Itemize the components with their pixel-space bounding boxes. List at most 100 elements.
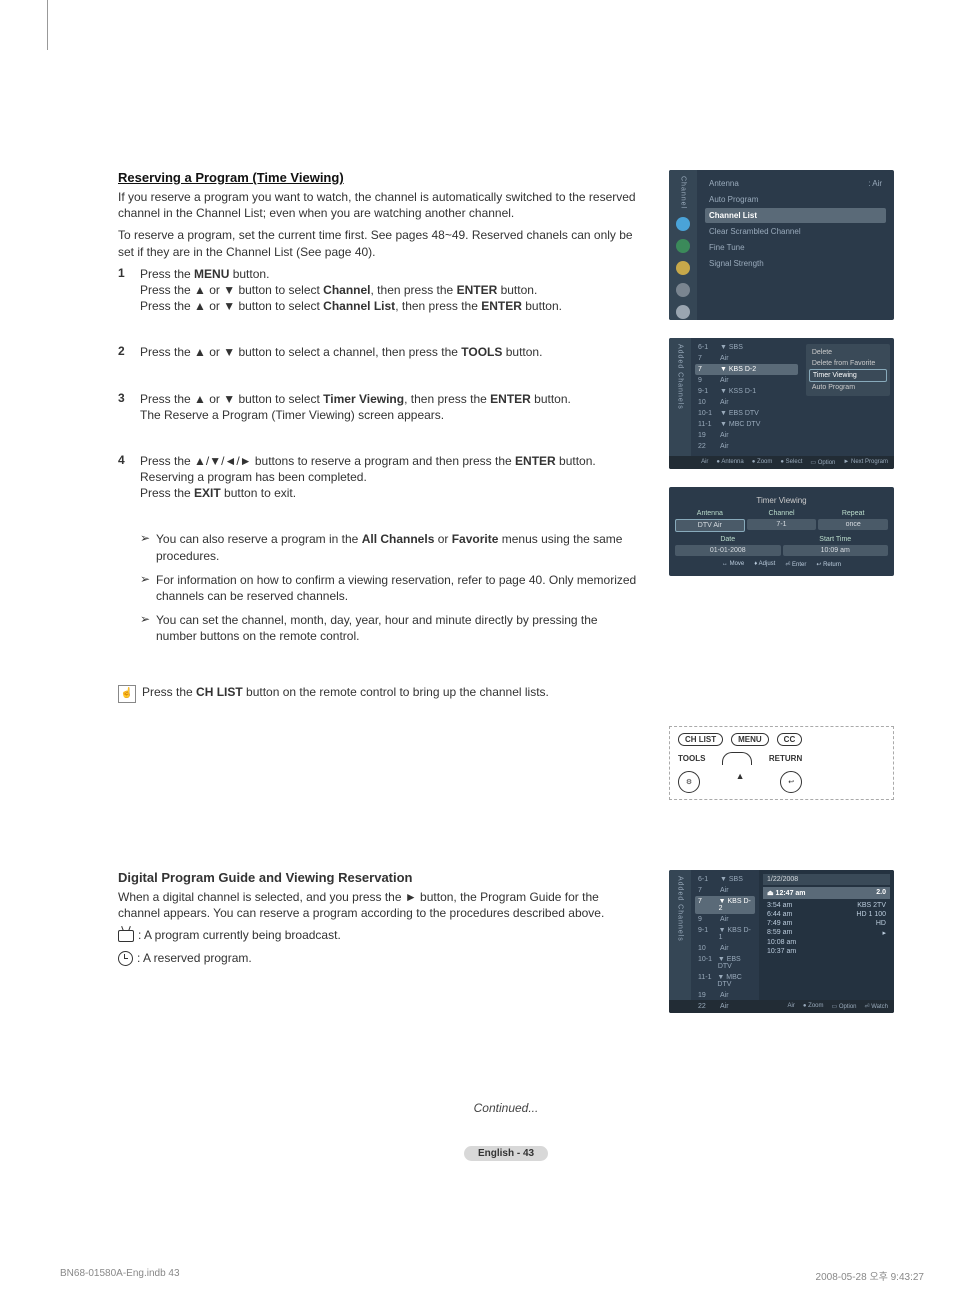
step-line: Press the ▲ or ▼ button to select a chan… (140, 344, 639, 360)
step-number: 1 (118, 266, 140, 315)
timer-value: 10:09 am (783, 545, 889, 556)
guide-channel-row: 10-1▼ EBS DTV (695, 954, 755, 972)
channel-row: 10Air (695, 397, 798, 408)
timer-value: once (818, 519, 888, 530)
guide-channel-row: 19Air (695, 990, 755, 1001)
footer-left: BN68-01580A-Eng.indb 43 (60, 1268, 180, 1283)
chlist-note: Press the CH LIST button on the remote c… (142, 685, 549, 699)
step-line: Reserving a program has been completed. (140, 469, 639, 485)
footer-right: 2008-05-28 오후 9:43:27 (816, 1268, 924, 1283)
timer-value: DTV Air (675, 519, 745, 532)
sound-icon (676, 239, 690, 253)
guide-program-row: 10:08 am (763, 938, 890, 947)
timer-foot-item: ♦ Adjust (754, 561, 775, 568)
step-line: Press the EXIT button to exit. (140, 485, 639, 501)
osd-timer-viewing: Timer Viewing AntennaDTV AirChannel7-1Re… (669, 487, 894, 576)
step-line: Press the ▲/▼/◄/► buttons to reserve a p… (140, 453, 639, 469)
chevron-icon: ➢ (140, 612, 156, 644)
page-number: English - 43 (464, 1146, 548, 1161)
guide-program-row: 7:49 amHD (763, 919, 890, 928)
osd-channel-menu: Channel Antenna: AirAuto ProgramChannel … (669, 170, 894, 320)
hand-icon: ☝ (118, 685, 136, 703)
subnote-text: You can set the channel, month, day, yea… (156, 612, 639, 644)
channel-row: 22Air (695, 441, 798, 452)
step-number: 3 (118, 391, 140, 423)
step-number: 2 (118, 344, 140, 360)
guide-head-val: 2.0 (876, 889, 886, 897)
guide-program-row: 10:37 am (763, 947, 890, 956)
timer-label: Channel (747, 508, 817, 519)
picture-icon (676, 217, 690, 231)
return-label: RETURN (769, 754, 802, 763)
subnote-text: For information on how to confirm a view… (156, 572, 639, 604)
osd-side-label: Channel (680, 176, 687, 209)
guide-footer-item: ● Zoom (803, 1003, 824, 1010)
guide-program-row: 8:59 am▸ (763, 928, 890, 938)
osd-footer-item: ● Select (780, 459, 802, 466)
section2-title: Digital Program Guide and Viewing Reserv… (118, 870, 639, 885)
channel-row: 7▼ KBS D-2 (695, 364, 798, 375)
section1-title: Reserving a Program (Time Viewing) (118, 170, 639, 185)
continued-label: Continued... (118, 1101, 894, 1115)
guide-head-time: ⏏ 12:47 am (767, 889, 806, 897)
timer-label: Repeat (818, 508, 888, 519)
section1-intro1: If you reserve a program you want to wat… (118, 189, 639, 221)
option-item: Delete (809, 347, 887, 358)
osd-footer-item: ● Antenna (716, 459, 743, 466)
channel-row: 9Air (695, 375, 798, 386)
step-line: Press the ▲ or ▼ button to select Channe… (140, 282, 639, 298)
channel-row: 11-1▼ MBC DTV (695, 419, 798, 430)
guide-program-row: 6:44 amHD 1 100 (763, 910, 890, 919)
guide-channel-row: 6-1▼ SBS (695, 874, 755, 885)
channel-row: 10-1▼ EBS DTV (695, 408, 798, 419)
osd-program-guide: Added Channels 6-1▼ SBS7Air7▼ KBS D-29Ai… (669, 870, 894, 1013)
guide-channel-row: 9Air (695, 914, 755, 925)
guide-channel-row: 7▼ KBS D-2 (695, 896, 755, 914)
guide-footer-item: ⏎ Watch (865, 1003, 888, 1010)
remote-illustration: CH LIST MENU CC TOOLS RETURN ⚙ ▲ ↩ (669, 726, 894, 800)
return-icon: ↩ (780, 771, 802, 793)
legend-broadcast: : A program currently being broadcast. (138, 928, 341, 942)
section2-intro: When a digital channel is selected, and … (118, 889, 639, 921)
guide-footer-item: Air (788, 1003, 795, 1010)
timer-title: Timer Viewing (675, 493, 888, 508)
clock-icon (118, 951, 133, 966)
guide-channel-row: 22Air (695, 1001, 755, 1012)
step-number: 4 (118, 453, 140, 502)
timer-foot-item: ⏎ Enter (785, 561, 806, 568)
guide-footer-item: ▭ Option (832, 1003, 857, 1010)
step-line: Press the ▲ or ▼ button to select Timer … (140, 391, 639, 407)
osd-menu-item: Antenna: Air (705, 176, 886, 191)
option-item: Delete from Favorite (809, 358, 887, 369)
tools-label: TOOLS (678, 754, 705, 763)
channel-row: 7Air (695, 353, 798, 364)
setup-icon (676, 283, 690, 297)
osd-channel-list: Added Channels 6-1▼ SBS7Air7▼ KBS D-29Ai… (669, 338, 894, 469)
osd-menu-item: Channel List (705, 208, 886, 223)
osd-side-label-3: Added Channels (677, 876, 684, 942)
step-line: Press the MENU button. (140, 266, 639, 282)
osd-footer-item: ▭ Option (810, 459, 835, 466)
option-item: Timer Viewing (809, 369, 887, 382)
cc-button: CC (777, 733, 803, 746)
legend-reserved: : A reserved program. (137, 951, 252, 965)
osd-menu-item: Fine Tune (705, 240, 886, 255)
tools-icon: ⚙ (678, 771, 700, 793)
chlist-button: CH LIST (678, 733, 723, 746)
menu-button: MENU (731, 733, 769, 746)
osd-menu-item: Clear Scrambled Channel (705, 224, 886, 239)
section1-intro2: To reserve a program, set the current ti… (118, 227, 639, 259)
osd-footer-item: ► Next Program (843, 459, 888, 466)
chevron-icon: ➢ (140, 572, 156, 604)
guide-program-row: 3:54 amKBS 2TV (763, 901, 890, 910)
timer-label: Antenna (675, 508, 745, 519)
osd-menu-item: Signal Strength (705, 256, 886, 271)
option-item: Auto Program (809, 382, 887, 393)
osd-menu-item: Auto Program (705, 192, 886, 207)
osd-footer-item: Air (701, 459, 708, 466)
timer-label: Start Time (783, 534, 889, 545)
timer-label: Date (675, 534, 781, 545)
guide-channel-row: 9-1▼ KBS D-1 (695, 925, 755, 943)
subnote-text: You can also reserve a program in the Al… (156, 531, 639, 563)
timer-foot-item: ↔ Move (722, 561, 744, 568)
